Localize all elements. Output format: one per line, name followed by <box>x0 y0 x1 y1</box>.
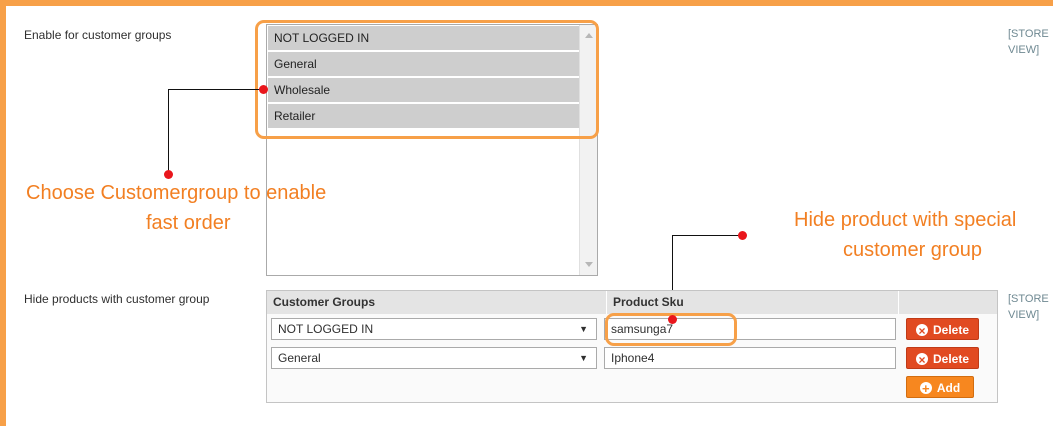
annotation-connector-horizontal <box>168 89 264 90</box>
button-label: Delete <box>932 323 970 337</box>
top-accent-border <box>0 0 1053 6</box>
button-label: Delete <box>932 352 970 366</box>
scroll-down-icon[interactable] <box>585 262 593 267</box>
add-row-button[interactable]: Add <box>906 376 974 400</box>
row2-product-sku-input[interactable]: Iphone4 <box>604 347 896 369</box>
column-header-product-sku: Product Sku <box>607 291 899 314</box>
dropdown-arrow-icon: ▼ <box>579 324 588 334</box>
row2-customer-group-select[interactable]: General ▼ <box>271 347 597 369</box>
scope-text: [STORE <box>1008 28 1049 40</box>
selected-value: General <box>278 351 321 365</box>
store-view-scope-2: [STORE VIEW] <box>1008 291 1049 323</box>
row1-customer-group-select[interactable]: NOT LOGGED IN ▼ <box>271 318 597 340</box>
store-view-scope-1: [STORE VIEW] <box>1008 26 1049 58</box>
scope-text: [STORE <box>1008 293 1049 305</box>
left-accent-border <box>0 6 6 426</box>
options-highlight-box <box>255 20 599 139</box>
annotation-choose-group-line2: fast order <box>146 212 231 234</box>
enable-customer-groups-label: Enable for customer groups <box>24 28 172 42</box>
annotation-hide-product-line1: Hide product with special <box>794 209 1017 231</box>
add-icon <box>919 378 932 400</box>
column-header-customer-groups: Customer Groups <box>267 291 607 314</box>
row2-delete-button[interactable]: Delete <box>906 347 979 371</box>
delete-icon <box>915 349 928 371</box>
annotation-hide-product-line2: customer group <box>843 239 982 261</box>
hide-products-label: Hide products with customer group <box>24 292 210 306</box>
annotation-marker-dot <box>738 231 747 240</box>
hide-products-grid: Customer Groups Product Sku NOT LOGGED I… <box>266 290 998 403</box>
dropdown-arrow-icon: ▼ <box>579 353 588 363</box>
button-label: Add <box>936 381 961 395</box>
scope-text: VIEW] <box>1008 44 1040 56</box>
annotation-choose-group-line1: Choose Customergroup to enable <box>26 182 327 204</box>
annotation-marker-dot <box>668 315 677 324</box>
selected-value: NOT LOGGED IN <box>278 322 374 336</box>
scope-text: VIEW] <box>1008 309 1040 321</box>
annotation-marker-dot <box>259 85 268 94</box>
annotation-connector-vertical <box>168 89 169 173</box>
delete-icon <box>915 320 928 342</box>
column-header-actions <box>899 291 997 314</box>
row1-delete-button[interactable]: Delete <box>906 318 979 342</box>
annotation-connector-horizontal <box>672 235 742 236</box>
